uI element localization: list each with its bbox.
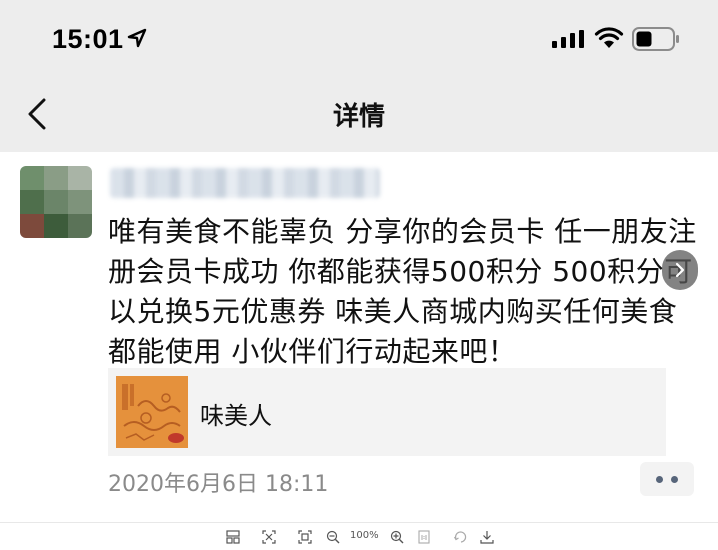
- card-title: 味美人: [200, 402, 272, 430]
- scroll-handle[interactable]: [662, 250, 698, 290]
- cellular-signal-icon: [552, 30, 584, 48]
- rotate-icon[interactable]: [454, 529, 468, 545]
- status-time: 15:01: [52, 24, 124, 54]
- link-card[interactable]: 味美人: [108, 368, 666, 456]
- zoom-out-icon[interactable]: [326, 529, 340, 545]
- avatar[interactable]: [20, 166, 92, 238]
- post-timestamp: 2020年6月6日 18:11: [108, 472, 329, 497]
- fit-icon[interactable]: [298, 529, 312, 545]
- more-dots-icon: [671, 476, 678, 483]
- status-bar: 15:01: [0, 0, 718, 80]
- post-text: 唯有美食不能辜负 分享你的会员卡 任一朋友注册会员卡成功 你都能获得500积分 …: [108, 215, 697, 368]
- layout-icon[interactable]: [226, 529, 240, 545]
- zoom-in-icon[interactable]: [390, 529, 404, 545]
- more-dots-icon: [656, 476, 663, 483]
- chevron-right-icon: [675, 262, 685, 278]
- screenshot-icon[interactable]: [262, 529, 276, 545]
- location-arrow-icon: [127, 28, 147, 48]
- viewer-toolbar: 100%: [0, 522, 718, 550]
- battery-icon: [632, 27, 679, 51]
- zoom-level: 100%: [350, 530, 379, 541]
- page-title: 详情: [332, 102, 385, 132]
- username-redacted[interactable]: [110, 168, 380, 198]
- wifi-icon: [594, 27, 624, 48]
- more-button[interactable]: [640, 462, 694, 496]
- nav-bar: 详情: [0, 80, 718, 152]
- download-icon[interactable]: [480, 529, 494, 545]
- actual-size-icon[interactable]: [418, 529, 430, 545]
- card-thumbnail: [116, 376, 188, 448]
